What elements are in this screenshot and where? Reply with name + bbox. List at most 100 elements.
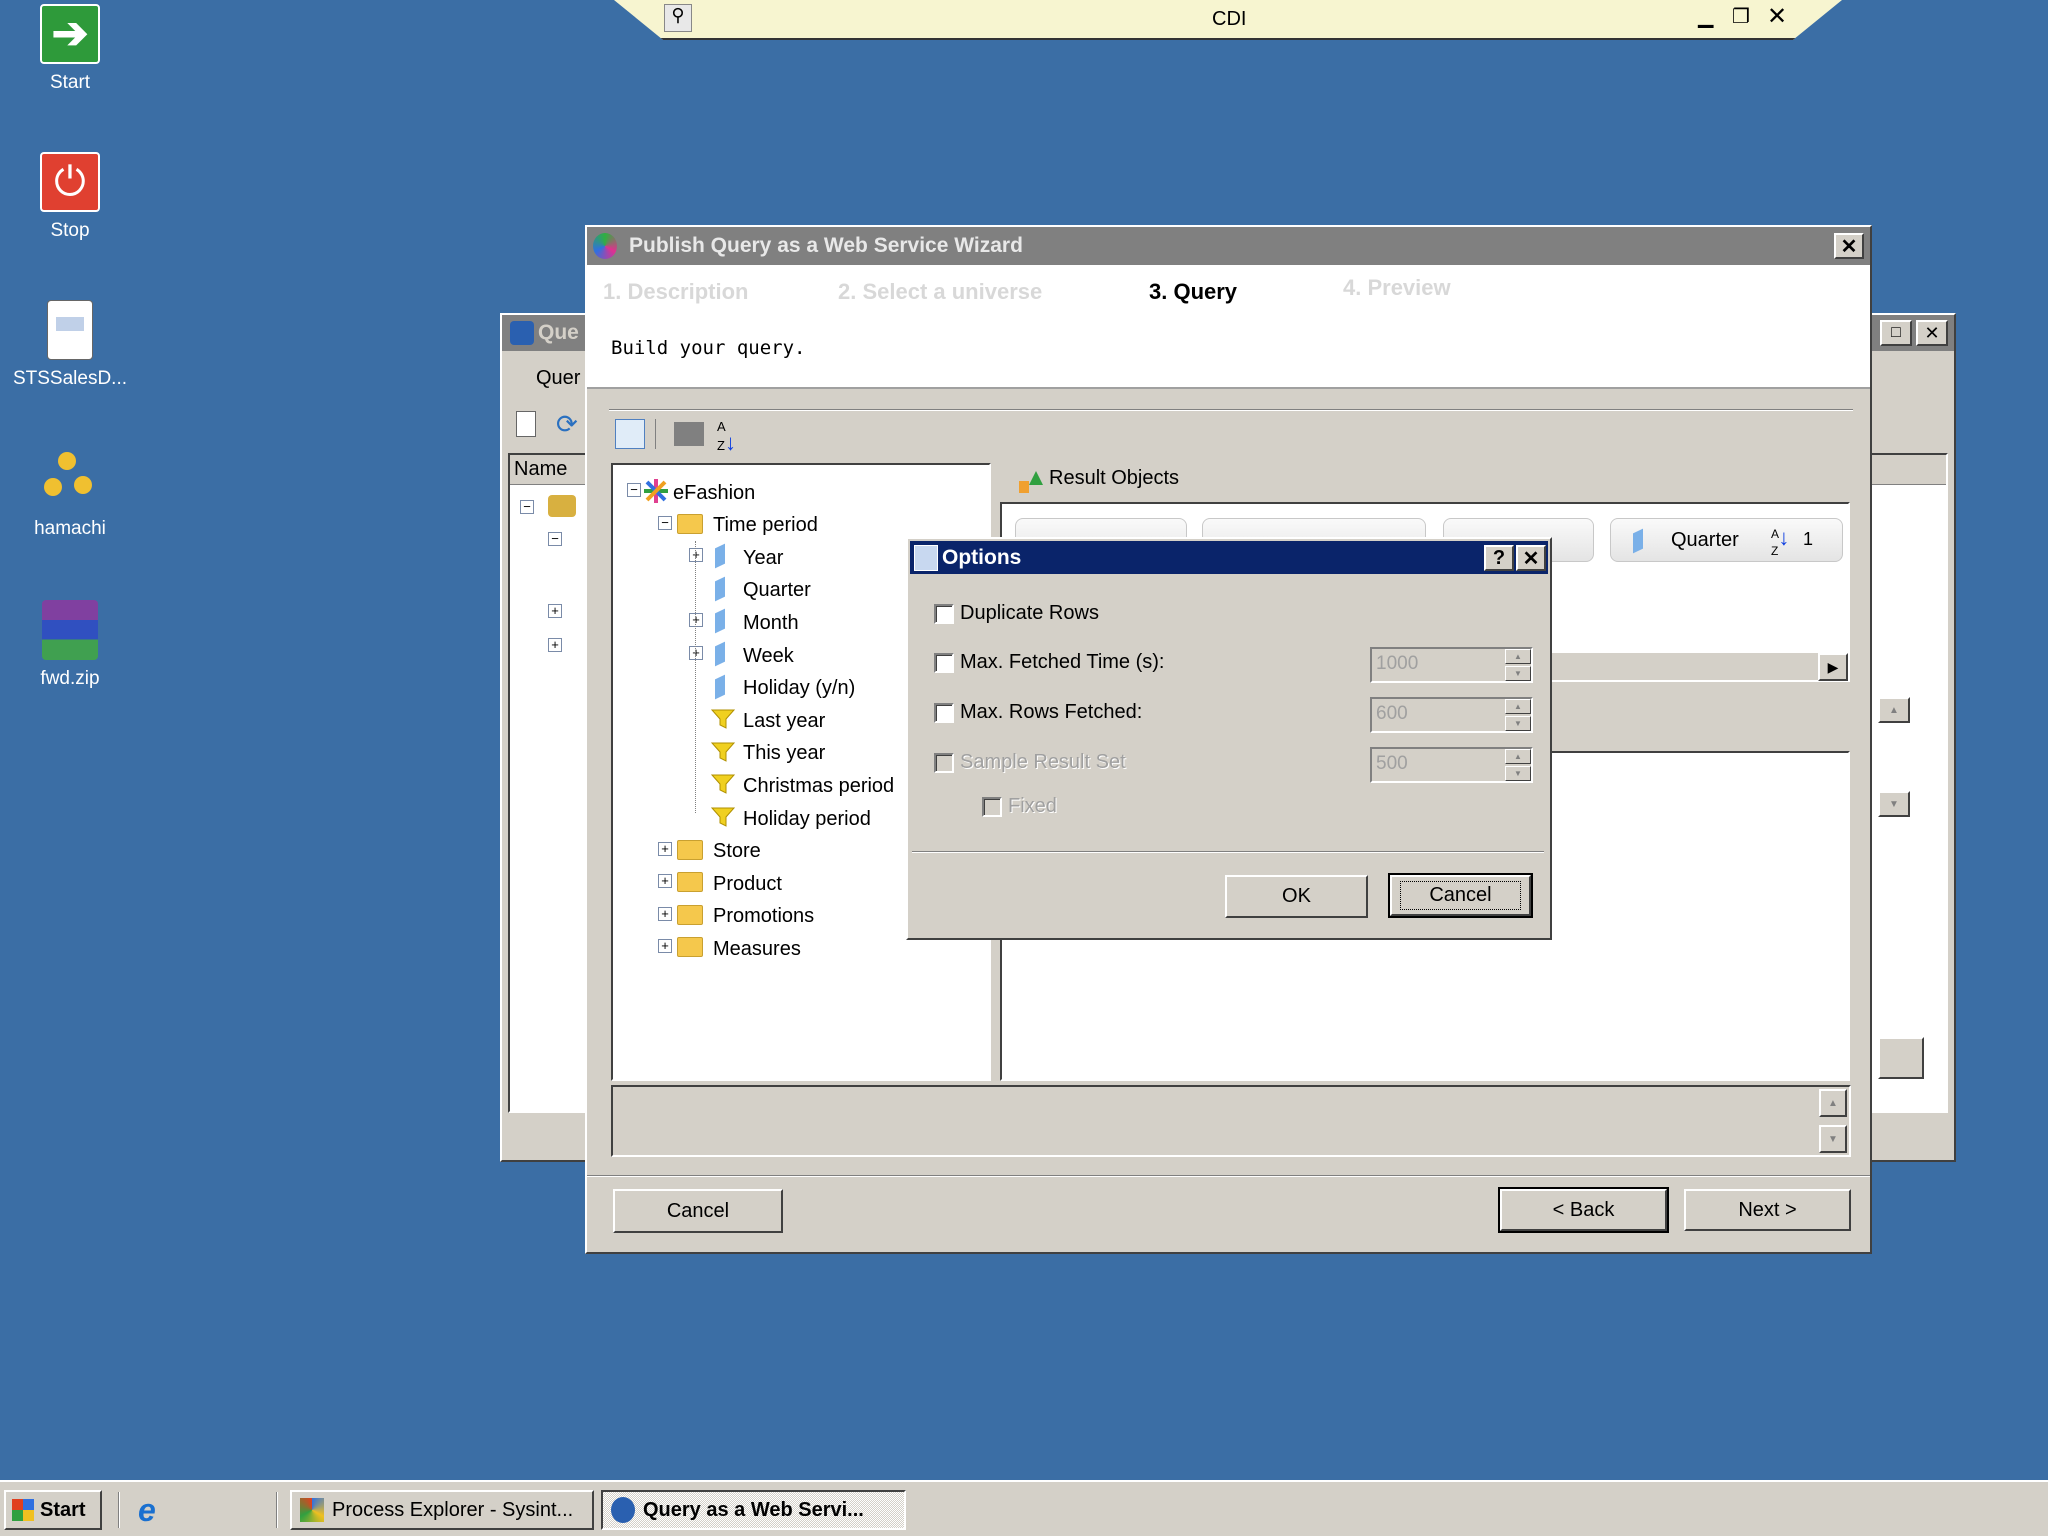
scroll-down-button[interactable]: ▼ [1819, 1125, 1847, 1153]
expand-icon[interactable]: + [658, 874, 672, 889]
tree-item[interactable]: Measures [713, 934, 801, 964]
new-icon[interactable] [516, 411, 536, 437]
tree-item[interactable]: Week [743, 641, 794, 671]
folder-icon [677, 937, 703, 958]
expand-icon[interactable]: + [548, 638, 562, 652]
app-icon [510, 321, 534, 345]
task-query-web-service[interactable]: Query as a Web Servi... [601, 1490, 906, 1530]
expand-icon[interactable]: + [689, 613, 703, 628]
dimension-icon [1633, 528, 1643, 554]
internet-explorer-icon[interactable]: e [138, 1492, 156, 1528]
result-object-chip-quarter[interactable]: Quarter A Z↓ 1 [1610, 518, 1843, 562]
restore-button[interactable]: ❐ [1732, 4, 1750, 29]
folder-icon [548, 495, 576, 517]
refresh-icon[interactable]: ⟳ [556, 409, 578, 440]
collapse-icon[interactable]: − [627, 483, 641, 497]
start-button[interactable]: Start [4, 1490, 102, 1530]
expand-icon[interactable]: + [658, 906, 672, 921]
sample-result-set-checkbox[interactable] [934, 753, 954, 773]
expand-icon[interactable]: + [658, 939, 672, 954]
maximize-button[interactable]: □ [1880, 320, 1912, 346]
options-close-button[interactable]: ✕ [1516, 545, 1546, 571]
step-query: 3. Query [1149, 279, 1238, 304]
filter-icon [710, 773, 736, 795]
sort-az-icon[interactable]: A Z↓ [717, 417, 736, 454]
tree-item[interactable]: Holiday period [743, 804, 871, 834]
back-button[interactable]: < Back [1498, 1187, 1669, 1233]
duplicate-rows-checkbox[interactable] [934, 604, 954, 624]
universe-icon [643, 478, 668, 503]
max-rows-fetched-checkbox[interactable] [934, 703, 954, 723]
winrar-archive-icon [42, 600, 98, 660]
expand-icon[interactable]: + [689, 548, 703, 563]
sample-result-set-label: Sample Result Set [960, 751, 1126, 773]
desktop-icon-stop[interactable]: ⏻ Stop [5, 152, 135, 242]
result-objects-icon [1019, 469, 1043, 495]
expand-icon[interactable]: + [548, 604, 562, 618]
tree-item[interactable]: Holiday (y/n) [743, 674, 855, 704]
spinner-value: 1000 [1376, 653, 1419, 674]
max-rows-fetched-spinner[interactable]: 600 ▲ ▼ [1370, 697, 1533, 733]
help-button[interactable]: ? [1484, 545, 1514, 571]
background-button[interactable] [1878, 1037, 1924, 1079]
sample-result-set-spinner[interactable]: 500 ▲ ▼ [1370, 747, 1533, 783]
fixed-label: Fixed [1008, 795, 1057, 817]
wizard-close-button[interactable]: ✕ [1834, 233, 1864, 259]
close-button[interactable]: ✕ [1916, 320, 1948, 346]
tree-item[interactable]: Christmas period [743, 771, 894, 801]
next-button[interactable]: Next > [1684, 1189, 1851, 1231]
divider [609, 409, 1853, 411]
fixed-checkbox[interactable] [982, 797, 1002, 817]
start-label: Start [40, 1498, 86, 1521]
spin-up-button[interactable]: ▲ [1505, 749, 1531, 764]
tree-item[interactable]: This year [743, 739, 825, 769]
max-fetched-time-spinner[interactable]: 1000 ▲ ▼ [1370, 647, 1533, 683]
spin-up-button[interactable]: ▲ [1505, 649, 1531, 664]
vertical-scrollbar[interactable]: ▲ ▼ [1878, 697, 1924, 817]
sql-text-area[interactable]: ▲ ▼ [611, 1085, 1851, 1157]
tree-item[interactable]: Time period [713, 511, 818, 541]
task-process-explorer[interactable]: Process Explorer - Sysint... [290, 1490, 594, 1530]
tree-item[interactable]: Last year [743, 706, 825, 736]
tree-item[interactable]: Year [743, 543, 783, 573]
wizard-cancel-button[interactable]: Cancel [613, 1189, 783, 1233]
spin-down-button[interactable]: ▼ [1505, 666, 1531, 681]
tree-item[interactable]: Quarter [743, 576, 811, 606]
collapse-icon[interactable]: − [520, 500, 534, 514]
stop-power-icon: ⏻ [40, 152, 100, 212]
spin-down-button[interactable]: ▼ [1505, 766, 1531, 781]
spin-down-button[interactable]: ▼ [1505, 716, 1531, 731]
ok-button[interactable]: OK [1225, 875, 1368, 918]
tree-item[interactable]: eFashion [673, 478, 755, 508]
pin-icon[interactable]: ⚲ [664, 4, 692, 32]
query-properties-icon[interactable] [615, 419, 645, 449]
desktop-icon-fwd-zip[interactable]: fwd.zip [5, 600, 135, 690]
minimize-button[interactable]: ▁ [1698, 4, 1713, 29]
desktop-icon-stssales[interactable]: STSSalesD... [5, 300, 135, 390]
expand-icon[interactable]: + [658, 841, 672, 856]
cancel-label: Cancel [1400, 881, 1521, 910]
options-cancel-button[interactable]: Cancel [1388, 873, 1533, 918]
tree-item[interactable]: Product [713, 869, 782, 899]
sort-descending-icon[interactable]: A Z↓ [1771, 525, 1789, 559]
close-button[interactable]: ✕ [1767, 2, 1787, 31]
preview-area [1878, 880, 1924, 1020]
collapse-icon[interactable]: − [548, 532, 562, 546]
toolbar-separator [655, 419, 656, 449]
tree-item[interactable]: Promotions [713, 902, 814, 932]
tree-connector [695, 541, 696, 813]
dimension-icon [715, 674, 725, 699]
collapse-icon[interactable]: − [658, 515, 672, 530]
menu-query[interactable]: Quer [536, 367, 580, 390]
comment-icon[interactable] [674, 422, 704, 446]
scroll-up-button[interactable]: ▲ [1819, 1089, 1847, 1117]
expand-icon[interactable]: + [689, 646, 703, 660]
desktop-icon-hamachi[interactable]: hamachi [5, 450, 135, 540]
spin-up-button[interactable]: ▲ [1505, 699, 1531, 714]
filter-icon [710, 806, 736, 828]
max-fetched-time-checkbox[interactable] [934, 653, 954, 673]
desktop-icon-start[interactable]: ➔ Start [5, 4, 135, 94]
tree-item[interactable]: Store [713, 837, 761, 867]
desktop-icon-label: Stop [50, 220, 90, 241]
tree-item[interactable]: Month [743, 608, 799, 638]
